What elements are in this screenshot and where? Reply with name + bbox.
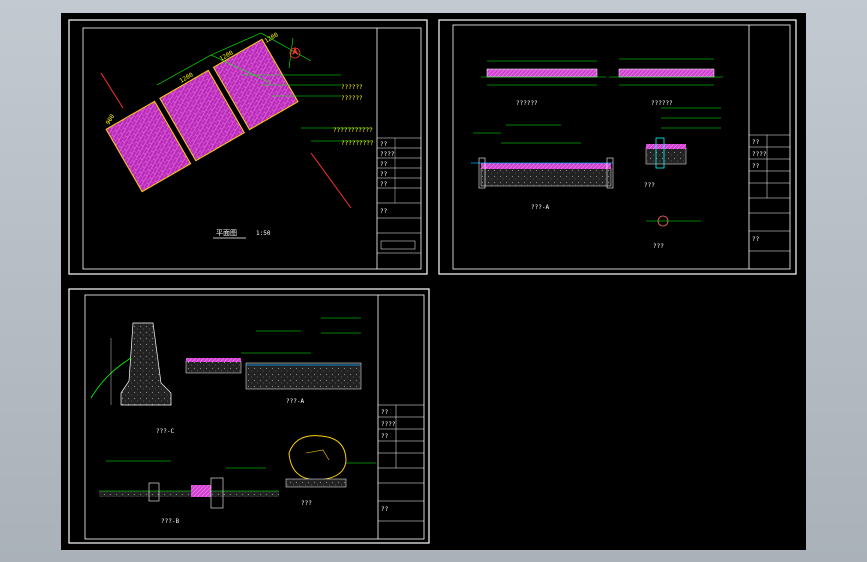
title-block-text: ??: [752, 163, 760, 170]
retaining-wall: [90, 322, 172, 406]
section-strip-2: [609, 58, 723, 86]
title-block-text: ??: [380, 181, 388, 188]
detail-label: ???-A: [286, 398, 304, 405]
detail-label: ???: [301, 500, 312, 507]
rock-detail: [285, 435, 376, 488]
plan-note: ???????????: [333, 127, 373, 134]
sheet-plan[interactable]: ?? ???? ?? ?? ?? ?? 1200 1200 1200 900 ?…: [68, 19, 428, 275]
title-block-text: ????: [380, 151, 395, 158]
plan-note: ??????: [341, 95, 363, 102]
section-label: ???-A: [531, 204, 549, 211]
title-block-text: ??: [381, 409, 389, 416]
title-block-text: ????: [752, 151, 767, 158]
section-label: ???: [653, 243, 664, 250]
section-label: ??????: [516, 100, 538, 107]
cad-drawing: ?? ???? ?? ?? ?? ?? 1200 1200 1200 900 ?…: [68, 19, 797, 544]
pipe-detail: [646, 215, 701, 227]
title-block-text: ??: [381, 506, 389, 513]
paving-plan: [105, 38, 299, 193]
title-block-text: ??: [752, 236, 760, 243]
drawing-canvas[interactable]: ?? ???? ?? ?? ?? ?? 1200 1200 1200 900 ?…: [61, 13, 806, 550]
title-block-text: ??: [380, 141, 388, 148]
title-block-text: ??: [381, 433, 389, 440]
section-label: ???: [644, 182, 655, 189]
title-block-text: ????: [381, 421, 396, 428]
title-block-text: ??: [380, 171, 388, 178]
section-a-strip: [185, 317, 362, 390]
plan-note: ??????: [341, 84, 363, 91]
section-b: [99, 460, 279, 509]
section-a: [471, 124, 614, 189]
curb-detail: [645, 107, 721, 169]
title-block: ?? ???? ?? ?? ?? ??: [376, 28, 421, 269]
sheet-details[interactable]: ?? ???? ?? ?? ???-C ???-A ???-B ???: [68, 288, 430, 544]
detail-label: ???-C: [156, 428, 174, 435]
plan-scale-label: 平面图: [216, 229, 237, 237]
section-strip-1: [481, 60, 606, 86]
title-block-text: ??: [752, 139, 760, 146]
title-block-text: ??: [380, 161, 388, 168]
title-block-text: ??: [380, 208, 388, 215]
dimension-label: 1200: [264, 31, 280, 44]
sheet-sections[interactable]: ?? ???? ?? ?? ?????? ?????? ???-A ??? ??…: [438, 19, 797, 275]
detail-label: ???-B: [161, 518, 179, 525]
plan-note: ?????????: [341, 140, 374, 147]
section-label: ??????: [651, 100, 673, 107]
plan-scale-value: 1:50: [256, 230, 271, 237]
